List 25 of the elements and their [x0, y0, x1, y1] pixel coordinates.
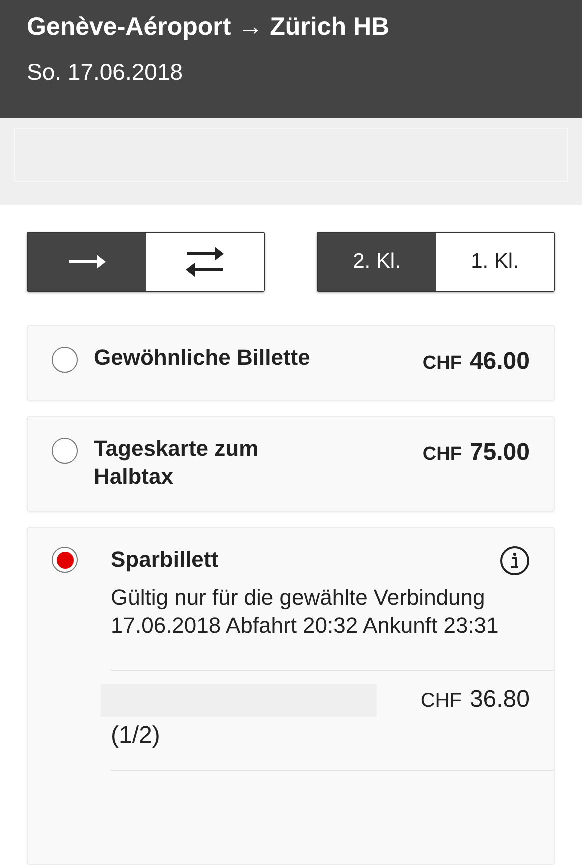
travel-date: So. 17.06.2018	[27, 58, 184, 86]
offer-title: Sparbillett	[111, 546, 220, 574]
return-trip-toggle[interactable]	[146, 233, 264, 291]
info-icon[interactable]	[500, 546, 530, 576]
radio-button[interactable]	[52, 347, 78, 373]
currency-label: CHF	[422, 443, 462, 467]
radio-button[interactable]	[52, 547, 78, 573]
radio-button[interactable]	[52, 438, 78, 464]
currency-label: CHF	[420, 689, 462, 714]
class-toggle[interactable]: 2. Kl.	[318, 233, 436, 291]
offer-card[interactable]: Tageskarte zum Halbtax CHF 75.00	[27, 416, 555, 512]
offer-card[interactable]: Gewöhnliche Billette CHF 46.00	[27, 325, 555, 401]
price: 46.00	[470, 347, 530, 377]
offer-card[interactable]: Sparbillett Gültig nur für die gewählte Verbindung 17.06.2018 Abfahrt 20:32 Ankunft 23:31 CHF 36.80 (1/2)	[27, 527, 555, 865]
offer-title: Gewöhnliche Billette	[94, 344, 312, 372]
class-toggle[interactable]: 1. Kl.	[436, 233, 554, 291]
one-way-toggle[interactable]	[28, 233, 146, 291]
price: 75.00	[470, 438, 530, 468]
currency-label: CHF	[422, 352, 462, 376]
offer-title: Tageskarte zum Halbtax	[94, 435, 260, 491]
description-text: Gültig nur für die gewählte Verbindung	[111, 584, 486, 612]
price: 36.80	[470, 685, 530, 715]
fare-note: (1/2)	[111, 721, 160, 751]
description-text: 17.06.2018 Abfahrt 20:32 Ankunft 23:31	[111, 612, 500, 640]
route-title: Genève-Aéroport → Zürich HB	[27, 12, 391, 42]
